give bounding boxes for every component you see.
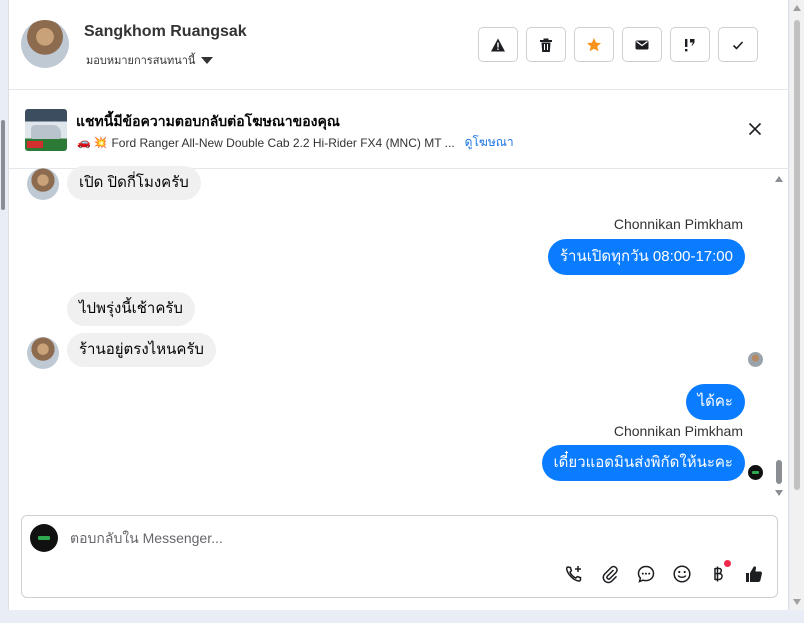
page-avatar <box>30 524 58 552</box>
seen-receipt-avatar <box>748 352 763 367</box>
ad-reply-banner: แชทนี้มีข้อความตอบกลับต่อโฆษณาของคุณ 🚗 💥… <box>9 91 789 169</box>
thread-scrollbar[interactable] <box>773 170 785 500</box>
envelope-icon <box>635 40 649 49</box>
ad-info-line: 🚗 💥 Ford Ranger All-New Double Cab 2.2 H… <box>77 133 514 152</box>
left-scroll-thumb[interactable] <box>1 120 5 210</box>
left-panel-scrollbar[interactable] <box>0 100 6 610</box>
composer-tools <box>563 560 765 585</box>
window-scroll-down[interactable] <box>793 599 801 605</box>
notification-dot <box>724 560 731 567</box>
window-scroll-up[interactable] <box>793 5 801 11</box>
attachment-icon <box>602 565 618 584</box>
message-bubble-incoming[interactable]: ร้านอยู่ตรงไหนครับ <box>67 333 216 367</box>
message-bubble-outgoing[interactable]: ร้านเปิดทุกวัน 08:00-17:00 <box>547 239 745 275</box>
emoji-icon <box>673 565 691 583</box>
page-avatar-tiny <box>748 465 763 480</box>
conversation-header: Sangkhom Ruangsak มอบหมายการสนทนานี้ <box>9 0 789 90</box>
emoji-button[interactable] <box>671 563 693 585</box>
follow-up-button[interactable] <box>670 27 710 62</box>
contact-avatar-small <box>27 337 59 369</box>
priority-icon <box>685 38 695 51</box>
close-icon[interactable] <box>747 121 763 137</box>
contact-avatar[interactable] <box>21 20 69 68</box>
scroll-thumb[interactable] <box>776 460 782 484</box>
message-bubble-incoming[interactable]: ไปพรุ่งนี้เช้าครับ <box>67 292 195 326</box>
call-button[interactable] <box>563 563 585 585</box>
assign-conversation-dropdown[interactable]: มอบหมายการสนทนานี้ <box>86 51 214 69</box>
check-icon <box>732 40 744 50</box>
sender-name: Chonnikan Pimkham <box>613 216 743 232</box>
sender-name: Chonnikan Pimkham <box>613 423 743 439</box>
reply-composer <box>21 515 778 598</box>
star-icon <box>587 37 601 51</box>
contact-name[interactable]: Sangkhom Ruangsak <box>84 23 247 41</box>
message-thread[interactable]: เปิด ปิดกี่โมงครับ Chonnikan Pimkham ร้า… <box>9 166 789 510</box>
contact-avatar-small <box>27 168 59 200</box>
warning-icon <box>491 38 505 51</box>
payment-button[interactable] <box>707 560 731 585</box>
car-emoji: 🚗 💥 <box>77 137 108 149</box>
ad-text: Ford Ranger All-New Double Cab 2.2 Hi-Ri… <box>111 135 455 150</box>
message-bubble-outgoing[interactable]: ได้คะ <box>685 384 745 420</box>
delete-button[interactable] <box>526 27 566 62</box>
trash-icon <box>540 38 552 52</box>
thumbs-up-icon <box>746 566 762 582</box>
window-scrollbar[interactable] <box>790 0 804 610</box>
assign-label: มอบหมายการสนทนานี้ <box>86 55 196 67</box>
baht-icon <box>714 566 723 582</box>
saved-replies-button[interactable] <box>635 563 657 585</box>
phone-add-icon <box>565 566 582 582</box>
caret-down-icon <box>201 56 214 64</box>
header-actions <box>478 27 758 62</box>
ad-thumbnail[interactable] <box>25 109 67 151</box>
report-spam-button[interactable] <box>478 27 518 62</box>
scroll-up-arrow[interactable] <box>775 176 783 182</box>
star-button[interactable] <box>574 27 614 62</box>
view-ad-link[interactable]: ดูโฆษณา <box>465 133 514 152</box>
message-bubble-incoming[interactable]: เปิด ปิดกี่โมงครับ <box>67 166 201 200</box>
window-scroll-thumb[interactable] <box>794 20 800 490</box>
message-bubble-outgoing[interactable]: เดี๋ยวแอดมินส่งพิกัดให้นะคะ <box>541 445 745 481</box>
mark-done-button[interactable] <box>718 27 758 62</box>
like-button[interactable] <box>743 563 765 585</box>
reply-input[interactable] <box>70 530 670 546</box>
mark-unread-button[interactable] <box>622 27 662 62</box>
ad-banner-title: แชทนี้มีข้อความตอบกลับต่อโฆษณาของคุณ <box>76 113 340 129</box>
scroll-down-arrow[interactable] <box>775 490 783 496</box>
saved-reply-icon <box>637 565 655 583</box>
conversation-panel: Sangkhom Ruangsak มอบหมายการสนทนานี้ แชท… <box>8 0 789 610</box>
attach-button[interactable] <box>599 563 621 585</box>
